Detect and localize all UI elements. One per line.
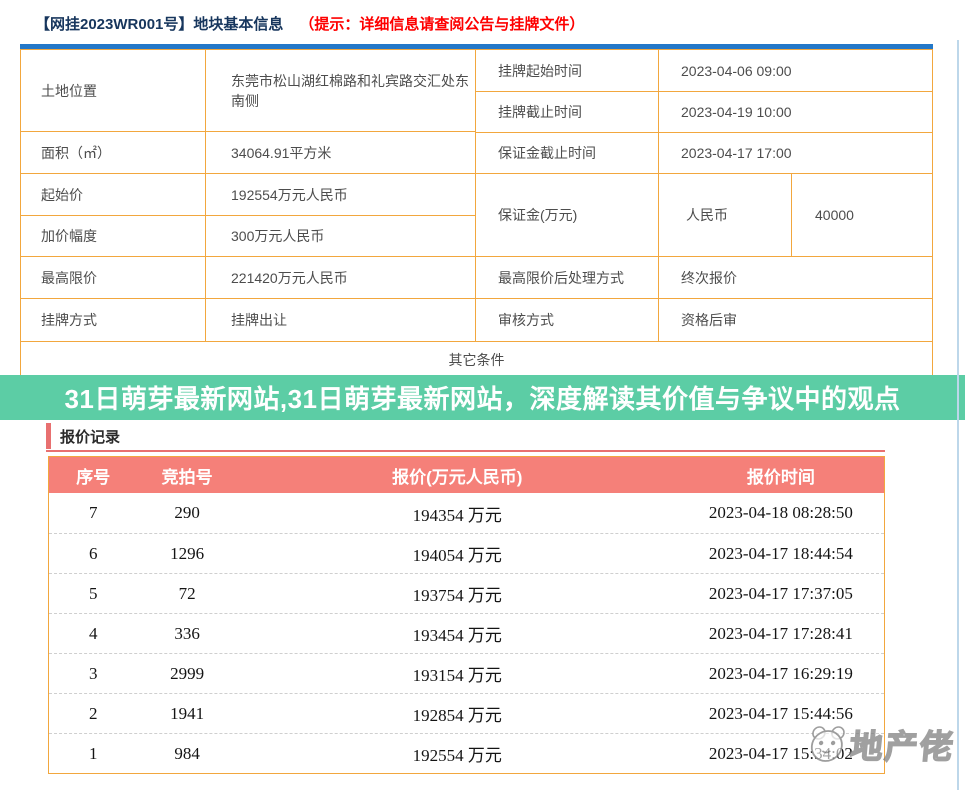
time-cell: 2023-04-17 17:28:41	[678, 624, 884, 644]
row-label: 保证金截止时间	[476, 133, 659, 173]
row-label: 最高限价	[21, 257, 206, 298]
deposit-amount: 40000	[792, 174, 932, 256]
land-info-table: 土地位置 东莞市松山湖红棉路和礼宾路交汇处东南侧 面积（㎡） 34064.91平…	[20, 49, 933, 378]
price-cell: 194354 万元	[237, 501, 678, 526]
table-row: 4 336 193454 万元 2023-04-17 17:28:41	[49, 613, 884, 653]
seq-cell: 6	[49, 544, 138, 564]
bidder-cell: 72	[138, 584, 237, 604]
table-row: 挂牌方式 挂牌出让	[21, 299, 475, 342]
bidder-cell: 290	[138, 503, 237, 523]
row-label: 土地位置	[21, 50, 206, 131]
row-value: 东莞市松山湖红棉路和礼宾路交汇处东南侧	[206, 50, 475, 131]
table-row: 挂牌起始时间 2023-04-06 09:00	[476, 50, 932, 92]
table-row: 加价幅度 300万元人民币	[21, 216, 475, 257]
bid-table-header: 序号 竞拍号 报价(万元人民币) 报价时间	[49, 457, 884, 493]
row-value: 2023-04-17 17:00	[659, 133, 932, 173]
page-right-border	[957, 40, 959, 790]
row-label: 挂牌方式	[21, 299, 206, 341]
page-title: 【网挂2023WR001号】地块基本信息	[35, 13, 283, 34]
time-cell: 2023-04-17 18:44:54	[678, 544, 884, 564]
deposit-currency: 人民币	[659, 174, 792, 256]
row-label: 保证金(万元)	[476, 174, 659, 256]
bid-record-table: 序号 竞拍号 报价(万元人民币) 报价时间 7 290 194354 万元 20…	[48, 456, 885, 774]
bidder-cell: 1941	[138, 704, 237, 724]
seq-cell: 4	[49, 624, 138, 644]
row-label: 挂牌截止时间	[476, 92, 659, 132]
price-cell: 193754 万元	[237, 581, 678, 606]
row-value: 221420万元人民币	[206, 257, 475, 298]
row-value: 终次报价	[659, 257, 932, 298]
page-header: 【网挂2023WR001号】地块基本信息 （提示：详细信息请查阅公告与挂牌文件）	[35, 13, 584, 34]
row-label: 面积（㎡）	[21, 132, 206, 173]
seq-cell: 1	[49, 744, 138, 764]
column-header-price: 报价(万元人民币)	[237, 463, 678, 488]
table-row: 2 1941 192854 万元 2023-04-17 15:44:56	[49, 693, 884, 733]
seq-cell: 5	[49, 584, 138, 604]
column-header-bidder: 竞拍号	[138, 463, 237, 488]
table-row: 最高限价 221420万元人民币	[21, 257, 475, 299]
headline-text: 31日萌芽最新网站,31日萌芽最新网站，深度解读其价值与争议中的观点	[64, 379, 900, 416]
page-hint: （提示：详细信息请查阅公告与挂牌文件）	[299, 13, 584, 34]
table-row: 7 290 194354 万元 2023-04-18 08:28:50	[49, 493, 884, 533]
land-info-table-body: 土地位置 东莞市松山湖红棉路和礼宾路交汇处东南侧 面积（㎡） 34064.91平…	[21, 50, 932, 342]
row-value: 挂牌出让	[206, 299, 475, 341]
price-cell: 192554 万元	[237, 741, 678, 766]
table-row: 最高限价后处理方式 终次报价	[476, 257, 932, 299]
info-right-column: 挂牌起始时间 2023-04-06 09:00 挂牌截止时间 2023-04-1…	[476, 50, 932, 342]
row-label: 挂牌起始时间	[476, 50, 659, 91]
row-value: 资格后审	[659, 299, 932, 341]
time-cell: 2023-04-18 08:28:50	[678, 503, 884, 523]
price-cell: 194054 万元	[237, 541, 678, 566]
table-row: 6 1296 194054 万元 2023-04-17 18:44:54	[49, 533, 884, 573]
table-row: 起始价 192554万元人民币	[21, 174, 475, 216]
bidder-cell: 1296	[138, 544, 237, 564]
column-header-seq: 序号	[49, 463, 138, 488]
time-cell: 2023-04-17 15:44:56	[678, 704, 884, 724]
table-row: 挂牌截止时间 2023-04-19 10:00	[476, 92, 932, 133]
table-row: 审核方式 资格后审	[476, 299, 932, 342]
price-cell: 193154 万元	[237, 661, 678, 686]
table-row-deposit: 保证金(万元) 人民币 40000	[476, 174, 932, 257]
bidder-cell: 2999	[138, 664, 237, 684]
time-cell: 2023-04-17 17:37:05	[678, 584, 884, 604]
time-cell: 2023-04-17 15:34:02	[678, 744, 884, 764]
row-label: 加价幅度	[21, 216, 206, 256]
table-row: 保证金截止时间 2023-04-17 17:00	[476, 133, 932, 174]
table-row: 5 72 193754 万元 2023-04-17 17:37:05	[49, 573, 884, 613]
table-row: 面积（㎡） 34064.91平方米	[21, 132, 475, 174]
seq-cell: 2	[49, 704, 138, 724]
time-cell: 2023-04-17 16:29:19	[678, 664, 884, 684]
other-conditions-row: 其它条件	[21, 342, 932, 377]
bid-record-title: 报价记录	[46, 423, 120, 449]
bid-title-underline	[46, 450, 885, 452]
land-auction-page: 【网挂2023WR001号】地块基本信息 （提示：详细信息请查阅公告与挂牌文件）…	[0, 0, 965, 792]
table-row: 3 2999 193154 万元 2023-04-17 16:29:19	[49, 653, 884, 693]
headline-banner: 31日萌芽最新网站,31日萌芽最新网站，深度解读其价值与争议中的观点	[0, 375, 965, 420]
row-value: 2023-04-19 10:00	[659, 92, 932, 132]
row-label: 审核方式	[476, 299, 659, 341]
column-header-time: 报价时间	[678, 463, 884, 488]
table-row: 1 984 192554 万元 2023-04-17 15:34:02	[49, 733, 884, 773]
row-label: 最高限价后处理方式	[476, 257, 659, 298]
info-left-column: 土地位置 东莞市松山湖红棉路和礼宾路交汇处东南侧 面积（㎡） 34064.91平…	[21, 50, 476, 342]
seq-cell: 7	[49, 503, 138, 523]
row-value: 300万元人民币	[206, 216, 475, 256]
price-cell: 192854 万元	[237, 701, 678, 726]
bidder-cell: 984	[138, 744, 237, 764]
table-row: 土地位置 东莞市松山湖红棉路和礼宾路交汇处东南侧	[21, 50, 475, 132]
bidder-cell: 336	[138, 624, 237, 644]
row-value: 34064.91平方米	[206, 132, 475, 173]
row-value: 192554万元人民币	[206, 174, 475, 215]
seq-cell: 3	[49, 664, 138, 684]
row-label: 起始价	[21, 174, 206, 215]
price-cell: 193454 万元	[237, 621, 678, 646]
row-value: 2023-04-06 09:00	[659, 50, 932, 91]
